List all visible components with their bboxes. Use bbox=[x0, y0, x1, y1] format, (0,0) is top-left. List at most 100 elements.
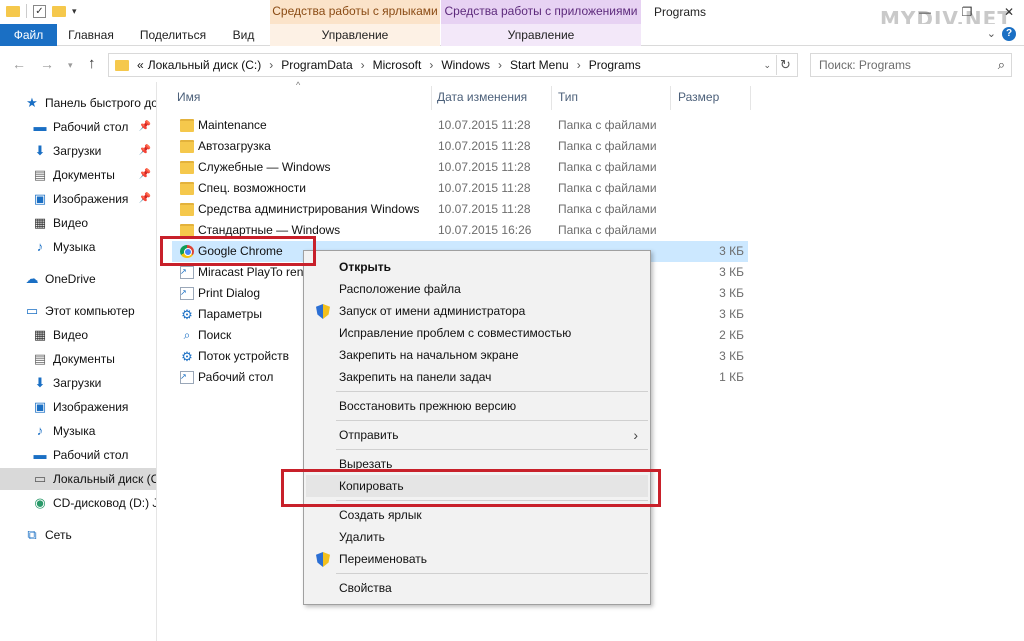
folder-icon bbox=[180, 203, 194, 216]
nav-music[interactable]: ♪ Музыка bbox=[0, 236, 156, 258]
address-dropdown-icon[interactable]: ⌄ bbox=[763, 60, 771, 71]
column-header-size[interactable]: Размер bbox=[678, 86, 748, 108]
tab-manage-shortcuts[interactable]: Управление bbox=[270, 24, 440, 46]
nav-documents[interactable]: ▤ Документы 📌 bbox=[0, 164, 156, 186]
pin-icon[interactable]: 📌 bbox=[139, 116, 151, 138]
nav-local-disk-c[interactable]: ▭ Локальный диск (C:) bbox=[0, 468, 156, 490]
file-row[interactable]: Спец. возможности 10.07.2015 11:28 Папка… bbox=[172, 178, 748, 199]
nav-pc-video[interactable]: ▦ Видео bbox=[0, 324, 156, 346]
tab-home[interactable]: Главная bbox=[57, 24, 125, 46]
address-bar[interactable]: « Локальный диск (C:) › ProgramData › Mi… bbox=[108, 53, 798, 77]
expand-ribbon-icon[interactable]: ⌄ bbox=[987, 27, 996, 40]
file-row[interactable]: Автозагрузка 10.07.2015 11:28 Папка с фа… bbox=[172, 136, 748, 157]
column-header-type[interactable]: Тип bbox=[558, 86, 668, 108]
minimize-button[interactable]: — bbox=[918, 5, 932, 19]
menu-item-properties[interactable]: Свойства bbox=[306, 577, 648, 599]
menu-item-cut[interactable]: Вырезать bbox=[306, 453, 648, 475]
nav-this-pc[interactable]: ▭ Этот компьютер bbox=[0, 300, 156, 322]
pin-icon[interactable]: 📌 bbox=[139, 140, 151, 162]
column-divider[interactable] bbox=[750, 86, 751, 110]
breadcrumb-start-menu[interactable]: Start Menu bbox=[508, 58, 571, 72]
nav-pc-pictures[interactable]: ▣ Изображения bbox=[0, 396, 156, 418]
breadcrumb-overflow[interactable]: « bbox=[135, 58, 146, 72]
tab-manage-apps[interactable]: Управление bbox=[441, 24, 641, 46]
nav-onedrive[interactable]: ☁ OneDrive bbox=[0, 268, 156, 290]
menu-item-open[interactable]: Открыть bbox=[306, 256, 648, 278]
nav-downloads[interactable]: ⬇ Загрузки 📌 bbox=[0, 140, 156, 162]
column-header-date[interactable]: Дата изменения bbox=[437, 86, 549, 108]
nav-pc-desktop[interactable]: ▬ Рабочий стол bbox=[0, 444, 156, 466]
chevron-right-icon[interactable]: › bbox=[492, 58, 508, 72]
menu-item-troubleshoot-compatibility[interactable]: Исправление проблем с совместимостью bbox=[306, 322, 648, 344]
menu-item-restore-previous-versions[interactable]: Восстановить прежнюю версию bbox=[306, 395, 648, 417]
menu-item-copy[interactable]: Копировать bbox=[306, 475, 648, 497]
help-icon[interactable]: ? bbox=[1002, 27, 1016, 41]
forward-arrow-icon[interactable]: → bbox=[40, 56, 54, 72]
file-row[interactable]: Средства администрирования Windows 10.07… bbox=[172, 199, 748, 220]
chevron-right-icon[interactable]: › bbox=[571, 58, 587, 72]
maximize-button[interactable]: ❐ bbox=[960, 5, 974, 19]
nav-video[interactable]: ▦ Видео bbox=[0, 212, 156, 234]
file-name: Miracast PlayTo rend bbox=[198, 265, 311, 279]
column-header-name[interactable]: Имя bbox=[177, 86, 431, 108]
menu-item-send-to[interactable]: Отправить › bbox=[306, 424, 648, 446]
documents-icon: ▤ bbox=[33, 167, 47, 182]
breadcrumb-microsoft[interactable]: Microsoft bbox=[371, 58, 424, 72]
menu-divider bbox=[336, 500, 648, 501]
search-icon: ⌕ bbox=[183, 328, 191, 342]
nav-network[interactable]: ⧉ Сеть bbox=[0, 524, 156, 546]
qat-dropdown-icon[interactable]: ▾ bbox=[72, 6, 77, 17]
pin-icon[interactable]: 📌 bbox=[139, 188, 151, 210]
nav-pc-music[interactable]: ♪ Музыка bbox=[0, 420, 156, 442]
close-button[interactable]: ✕ bbox=[1002, 5, 1016, 19]
context-tab-shortcut-tools: Средства работы с ярлыками bbox=[270, 0, 440, 24]
up-arrow-icon[interactable]: ↑ bbox=[88, 55, 96, 72]
pictures-icon: ▣ bbox=[33, 399, 47, 414]
menu-item-run-as-admin[interactable]: Запуск от имени администратора bbox=[306, 300, 648, 322]
column-divider[interactable] bbox=[670, 86, 671, 110]
file-name: Рабочий стол bbox=[198, 370, 274, 384]
file-name: Автозагрузка bbox=[198, 139, 271, 153]
menu-item-create-shortcut[interactable]: Создать ярлык bbox=[306, 504, 648, 526]
nav-pictures[interactable]: ▣ Изображения 📌 bbox=[0, 188, 156, 210]
file-row[interactable]: Стандартные — Windows 10.07.2015 16:26 П… bbox=[172, 220, 748, 241]
search-icon[interactable]: ⌕ bbox=[998, 57, 1005, 73]
tab-share[interactable]: Поделиться bbox=[125, 24, 221, 46]
nav-pc-documents[interactable]: ▤ Документы bbox=[0, 348, 156, 370]
file-row[interactable]: Служебные — Windows 10.07.2015 11:28 Пап… bbox=[172, 157, 748, 178]
file-row[interactable]: Maintenance 10.07.2015 11:28 Папка с фай… bbox=[172, 115, 748, 136]
column-divider[interactable] bbox=[551, 86, 552, 110]
tab-view[interactable]: Вид bbox=[221, 24, 266, 46]
breadcrumb-programdata[interactable]: ProgramData bbox=[279, 58, 354, 72]
search-input[interactable] bbox=[819, 55, 989, 75]
column-divider[interactable] bbox=[431, 86, 432, 110]
menu-item-file-location[interactable]: Расположение файла bbox=[306, 278, 648, 300]
chevron-right-icon[interactable]: › bbox=[263, 58, 279, 72]
new-folder-icon[interactable] bbox=[52, 5, 66, 17]
chevron-right-icon[interactable]: › bbox=[423, 58, 439, 72]
nav-cd-drive-d[interactable]: ◉ CD-дисковод (D:) J bbox=[0, 492, 156, 514]
breadcrumb: « Локальный диск (C:) › ProgramData › Mi… bbox=[135, 58, 643, 72]
breadcrumb-local-disk[interactable]: Локальный диск (C:) bbox=[146, 58, 264, 72]
tab-file[interactable]: Файл bbox=[0, 24, 57, 46]
refresh-icon[interactable]: ↻ bbox=[776, 55, 794, 75]
pin-icon[interactable]: 📌 bbox=[139, 164, 151, 186]
back-arrow-icon[interactable]: ← bbox=[12, 56, 26, 72]
nav-pc-downloads[interactable]: ⬇ Загрузки bbox=[0, 372, 156, 394]
menu-item-pin-to-taskbar[interactable]: Закрепить на панели задач bbox=[306, 366, 648, 388]
breadcrumb-windows[interactable]: Windows bbox=[439, 58, 492, 72]
file-date: 10.07.2015 11:28 bbox=[438, 160, 531, 174]
chevron-right-icon[interactable]: › bbox=[355, 58, 371, 72]
properties-check-icon[interactable]: ✓ bbox=[33, 4, 46, 18]
nav-quick-access[interactable]: ★ Панель быстрого доступа bbox=[0, 92, 156, 114]
nav-desktop[interactable]: ▬ Рабочий стол 📌 bbox=[0, 116, 156, 138]
menu-item-pin-to-start[interactable]: Закрепить на начальном экране bbox=[306, 344, 648, 366]
shortcut-icon bbox=[180, 261, 194, 282]
folder-icon bbox=[180, 224, 194, 237]
menu-item-delete[interactable]: Удалить bbox=[306, 526, 648, 548]
breadcrumb-programs[interactable]: Programs bbox=[587, 58, 643, 72]
recent-locations-icon[interactable]: ▾ bbox=[68, 60, 73, 71]
folder-icon bbox=[180, 140, 194, 153]
desktop-icon: ▬ bbox=[33, 119, 47, 134]
menu-item-rename[interactable]: Переименовать bbox=[306, 548, 648, 570]
